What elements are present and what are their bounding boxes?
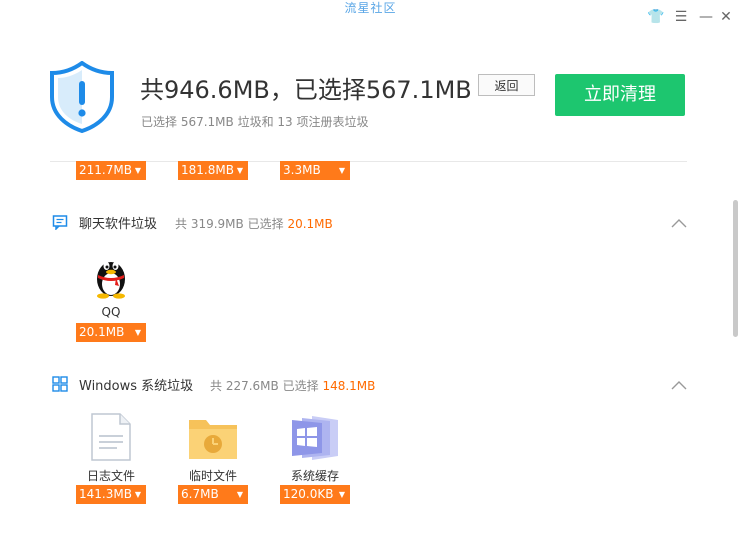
qq-penguin-icon[interactable] [90,251,132,299]
size-value: 141.3MB [79,487,132,501]
windows-stack-icon[interactable] [290,412,340,462]
clean-now-button[interactable]: 立即清理 [555,74,685,116]
chat-section-title: 聊天软件垃圾 [79,217,158,232]
chat-total: 共 319.9MB [175,217,244,231]
system-cache-label: 系统缓存 [290,469,339,483]
minimize-button[interactable]: — [697,8,715,26]
system-cache-size-dropdown[interactable]: 120.0KB ▼ [280,485,350,504]
scrollbar-thumb[interactable] [733,200,738,337]
size-value: 211.7MB [79,163,132,177]
windows-selected-value: 148.1MB [322,379,376,393]
chat-selected-value: 20.1MB [287,217,333,231]
menu-button[interactable]: ☰ [672,8,690,26]
qq-size-dropdown[interactable]: 20.1MB ▼ [76,323,146,342]
size-value: 6.7MB [181,487,219,501]
windows-section-title: Windows 系统垃圾 [79,379,194,394]
headline: 共946.6MB，已选择567.1MB [140,76,472,104]
chevron-up-icon[interactable] [671,218,687,228]
skin-button[interactable]: 👕 [647,8,665,26]
caret-down-icon: ▼ [134,490,141,499]
size-dropdown[interactable]: 3.3MB ▼ [280,161,350,180]
caret-down-icon: ▼ [134,166,141,175]
back-button[interactable]: 返回 [478,74,535,96]
windows-grid-icon [52,376,68,392]
close-button[interactable]: ✕ [717,8,735,26]
temp-files-label: 临时文件 [188,469,237,483]
chat-section-meta: 共 319.9MB 已选择 20.1MB [175,215,333,232]
windows-section-meta: 共 227.6MB 已选择 148.1MB [210,377,375,394]
chat-icon [52,215,68,230]
size-value: 181.8MB [181,163,234,177]
size-value: 120.0KB [283,487,334,501]
watermark: 流星社区 [344,1,397,15]
log-files-label: 日志文件 [86,469,135,483]
caret-down-icon: ▼ [338,490,345,499]
size-dropdown[interactable]: 211.7MB ▼ [76,161,146,180]
qq-label: QQ [101,305,121,319]
selection-summary: 已选择 567.1MB 垃圾和 13 项注册表垃圾 [141,115,369,129]
windows-selected-prefix: 已选择 [282,379,319,393]
caret-down-icon: ▼ [236,490,243,499]
document-icon[interactable] [90,412,132,462]
temp-files-size-dropdown[interactable]: 6.7MB ▼ [178,485,248,504]
caret-down-icon: ▼ [338,166,345,175]
size-dropdown[interactable]: 181.8MB ▼ [178,161,248,180]
size-value: 20.1MB [79,325,125,339]
folder-clock-icon[interactable] [188,414,238,460]
windows-total: 共 227.6MB [210,379,279,393]
chat-selected-prefix: 已选择 [247,217,284,231]
size-value: 3.3MB [283,163,321,177]
shield-alert-icon [50,61,114,133]
log-files-size-dropdown[interactable]: 141.3MB ▼ [76,485,146,504]
chevron-up-icon[interactable] [671,380,687,390]
caret-down-icon: ▼ [134,328,141,337]
caret-down-icon: ▼ [236,166,243,175]
